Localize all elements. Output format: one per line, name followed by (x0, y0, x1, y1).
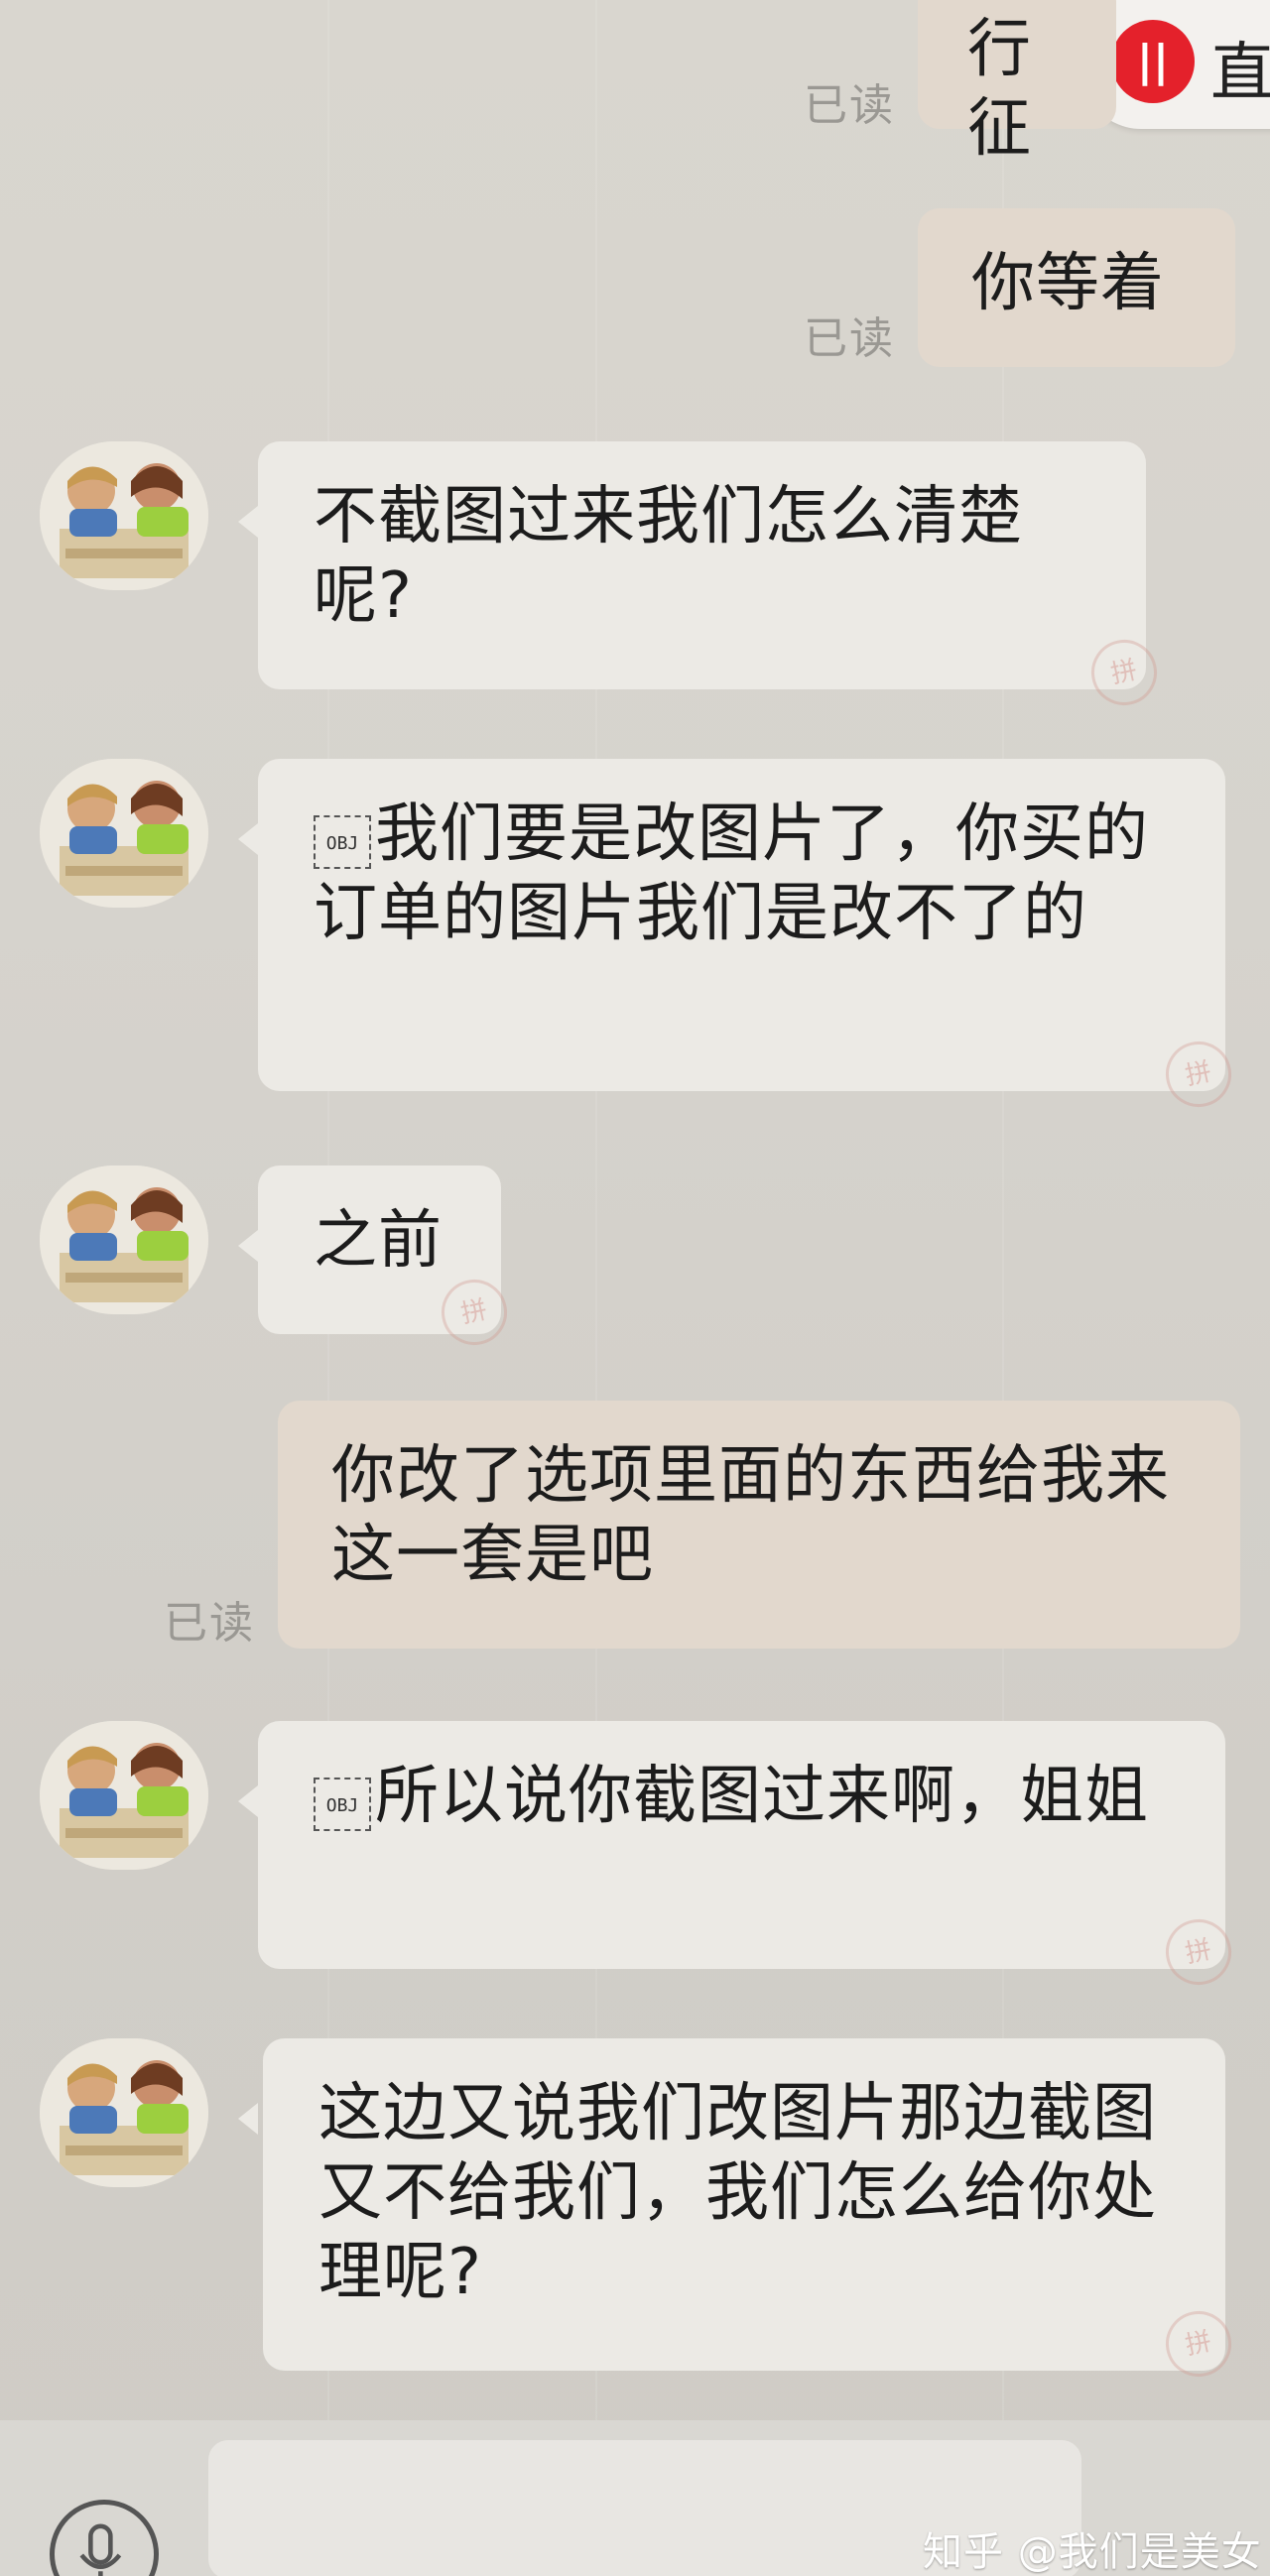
object-placeholder-icon: OBJ (314, 1778, 371, 1831)
bubble-tail (238, 506, 258, 538)
avatar-image (40, 441, 208, 590)
bubble-tail (238, 1230, 258, 1262)
live-logo-icon: || (1111, 20, 1195, 103)
avatar-image (40, 1721, 208, 1870)
avatar-image (40, 759, 208, 908)
avatar-image (40, 2038, 208, 2187)
avatar-image (40, 1165, 208, 1314)
contact-avatar[interactable] (40, 2038, 208, 2187)
contact-avatar[interactable] (40, 1721, 208, 1870)
message-bubble-incoming[interactable]: OBJ 我们要是改图片了，你买的订单的图片我们是改不了的 (258, 759, 1225, 1091)
bubble-tail (238, 1785, 258, 1817)
message-bubble-outgoing[interactable]: 你等着 (918, 208, 1235, 367)
contact-avatar[interactable] (40, 441, 208, 590)
microphone-icon[interactable] (50, 2500, 159, 2576)
message-bubble-outgoing[interactable]: 你改了选项里面的东西给我来这一套是吧 (278, 1401, 1240, 1649)
bubble-tail (238, 823, 258, 855)
live-badge-label: 直 (1210, 37, 1270, 110)
chat-screen: || 直 已读 行征 已读 你等着 不截图过来我们怎么清楚呢? 拼 OBJ 我们… (0, 0, 1270, 2576)
message-bubble-incoming[interactable]: OBJ 所以说你截图过来啊，姐姐 (258, 1721, 1225, 1969)
zhihu-watermark: 知乎 @我们是美女 (923, 2529, 1262, 2575)
bubble-tail (238, 2103, 258, 2135)
object-placeholder-icon: OBJ (314, 815, 371, 869)
message-text: 所以说你截图过来啊，姐姐 (375, 1760, 1149, 1833)
read-receipt: 已读 (804, 80, 895, 131)
contact-avatar[interactable] (40, 759, 208, 908)
message-bubble-outgoing[interactable]: 行征 (918, 0, 1116, 166)
contact-avatar[interactable] (40, 1165, 208, 1314)
read-receipt: 已读 (164, 1598, 255, 1649)
message-bubble-incoming[interactable]: 这边又说我们改图片那边截图又不给我们，我们怎么给你处理呢? (263, 2038, 1225, 2371)
microphone-glyph (79, 2523, 122, 2576)
message-bubble-incoming[interactable]: 不截图过来我们怎么清楚呢? (258, 441, 1146, 689)
message-text: 我们要是改图片了，你买的订单的图片我们是改不了的 (314, 797, 1149, 950)
read-receipt: 已读 (804, 313, 895, 364)
